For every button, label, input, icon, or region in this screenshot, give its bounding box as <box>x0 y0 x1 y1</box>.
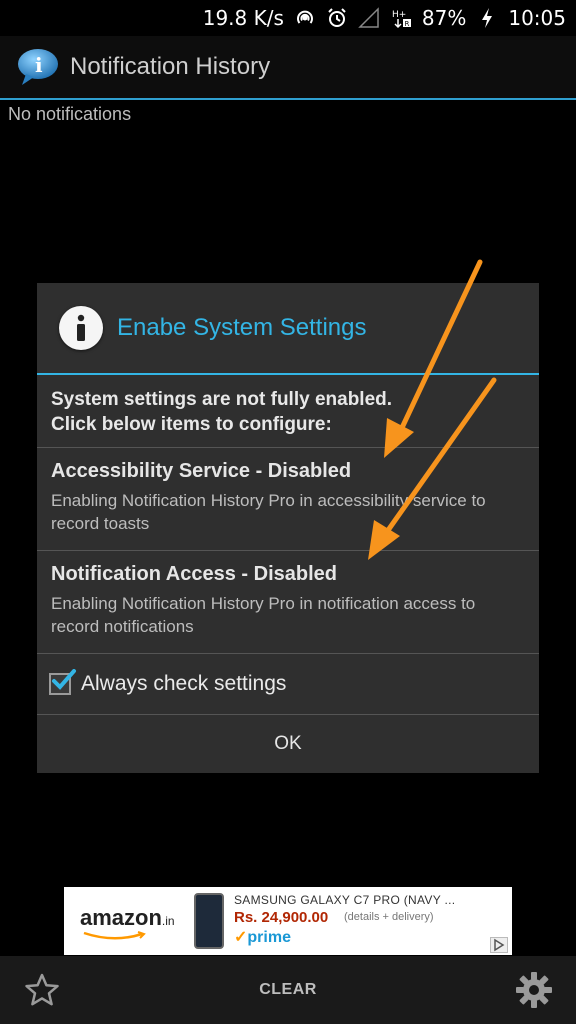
favorite-button[interactable] <box>22 970 62 1010</box>
prime-check-icon: ✓ <box>234 929 248 946</box>
app-bar: i Notification History <box>0 36 576 98</box>
star-icon <box>25 973 59 1006</box>
network-speed: 19.8 K/s <box>202 6 284 30</box>
checkmark-icon <box>52 669 76 690</box>
accessibility-service-description: Enabling Notification History Pro in acc… <box>51 491 486 533</box>
bottom-bar: CLEAR <box>0 956 576 1024</box>
dialog-header: Enabe System Settings <box>37 283 539 373</box>
ad-prime-label: prime <box>247 929 291 946</box>
gear-icon <box>515 972 552 1008</box>
battery-level: 87% <box>421 6 467 30</box>
dialog-title: Enabe System Settings <box>117 314 367 341</box>
svg-text:i: i <box>35 53 43 77</box>
data-icon: H+ R <box>390 7 412 29</box>
system-settings-dialog: Enabe System Settings System settings ar… <box>37 283 539 773</box>
alarm-icon <box>326 7 348 29</box>
ad-product-title: SAMSUNG GALAXY C7 PRO (NAVY ... <box>234 893 456 907</box>
ad-product-image <box>194 893 224 949</box>
always-check-settings-label: Always check settings <box>81 672 287 695</box>
signal-icon <box>358 7 380 29</box>
notification-access-item[interactable]: Notification Access - Disabled Enabling … <box>37 551 539 653</box>
clear-button[interactable]: CLEAR <box>259 981 317 999</box>
ad-banner[interactable]: amazon.in SAMSUNG GALAXY C7 PRO (NAVY ..… <box>64 887 512 955</box>
info-icon <box>59 306 103 350</box>
app-title: Notification History <box>70 53 271 80</box>
notification-access-description: Enabling Notification History Pro in not… <box>51 594 476 636</box>
always-check-settings-row[interactable]: Always check settings <box>37 654 539 714</box>
empty-state-text: No notifications <box>8 104 132 124</box>
amazon-logo: amazon.in <box>80 905 175 941</box>
notification-access-title: Notification Access - Disabled <box>51 563 337 585</box>
dialog-message-line2: Click below items to configure: <box>51 414 332 435</box>
dialog-message: System settings are not fully enabled. C… <box>37 375 539 447</box>
charging-icon <box>476 7 498 29</box>
clock: 10:05 <box>508 6 566 30</box>
accessibility-service-item[interactable]: Accessibility Service - Disabled Enablin… <box>37 448 539 550</box>
settings-button[interactable] <box>514 970 554 1010</box>
dialog-message-line1: System settings are not fully enabled. <box>51 389 393 410</box>
hotspot-icon <box>294 7 316 29</box>
svg-text:R: R <box>404 20 409 28</box>
ok-button[interactable]: OK <box>37 715 539 773</box>
adchoices-icon[interactable] <box>490 937 508 953</box>
ad-brand-suffix: .in <box>161 914 175 928</box>
ad-delivery-text: (details + delivery) <box>344 911 434 923</box>
amazon-smile-icon <box>83 931 146 940</box>
app-logo-icon: i <box>16 47 60 87</box>
ad-brand: amazon <box>80 905 162 930</box>
app-bar-divider <box>0 98 576 100</box>
svg-text:H+: H+ <box>392 10 406 20</box>
ad-prime-badge: ✓prime <box>234 927 291 947</box>
status-bar: 19.8 K/s H+ R 87% 10:05 <box>0 0 576 36</box>
ad-price: Rs. 24,900.00 <box>234 909 329 926</box>
always-check-settings-checkbox[interactable] <box>49 669 76 695</box>
ok-button-label: OK <box>274 733 302 754</box>
accessibility-service-title: Accessibility Service - Disabled <box>51 460 352 482</box>
